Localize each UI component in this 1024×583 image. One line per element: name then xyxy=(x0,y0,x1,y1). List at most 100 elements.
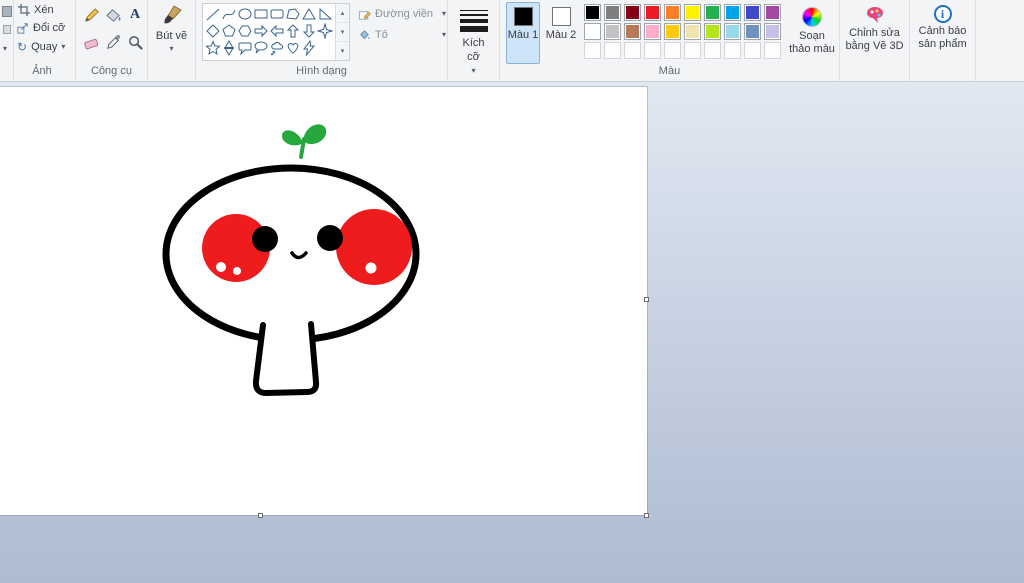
rotate-button[interactable]: ↻ Quay ▾ xyxy=(17,41,65,53)
canvas[interactable] xyxy=(0,87,647,515)
cheek-highlight xyxy=(216,262,226,272)
shape-left-arrow-icon[interactable] xyxy=(269,23,285,39)
palette-swatch[interactable] xyxy=(664,4,681,21)
shapes-scroll-down-button[interactable]: ▾ xyxy=(336,22,349,41)
shape-line-icon[interactable] xyxy=(205,6,221,22)
text-tool-button[interactable]: A xyxy=(125,4,145,26)
palette-swatch[interactable] xyxy=(764,4,781,21)
palette-swatch[interactable] xyxy=(704,4,721,21)
palette-swatch-empty[interactable] xyxy=(764,42,781,59)
shape-rectangle-icon[interactable] xyxy=(253,6,269,22)
rotate-icon: ↻ xyxy=(17,40,28,54)
magnifier-tool-button[interactable] xyxy=(125,31,145,53)
palette-swatch[interactable] xyxy=(624,4,641,21)
crop-label: Xén xyxy=(34,4,54,16)
edit-colors-label: Soạn thảo màu xyxy=(789,30,835,55)
resize-button[interactable]: Đổi cỡ xyxy=(17,22,65,34)
edit-colors-rainbow-icon xyxy=(802,7,822,27)
palette-swatch-empty[interactable] xyxy=(664,42,681,59)
shape-rounded-rectangle-icon[interactable] xyxy=(269,6,285,22)
copy-icon[interactable] xyxy=(3,25,11,34)
shape-six-point-star-icon[interactable] xyxy=(221,40,237,56)
palette-swatch[interactable] xyxy=(584,23,601,40)
palette-swatch[interactable] xyxy=(684,4,701,21)
palette-swatch[interactable] xyxy=(724,23,741,40)
shape-diamond-icon[interactable] xyxy=(205,23,221,39)
palette-swatch-empty[interactable] xyxy=(704,42,721,59)
shape-lightning-icon[interactable] xyxy=(301,40,317,56)
palette-swatch[interactable] xyxy=(744,4,761,21)
shapes-gallery-expand-button[interactable]: ▾ xyxy=(336,41,349,60)
chevron-down-icon: ▾ xyxy=(441,9,446,18)
canvas-resize-handle-right[interactable] xyxy=(644,297,649,302)
palette-swatch-empty[interactable] xyxy=(624,42,641,59)
clipboard-icon[interactable] xyxy=(2,6,12,17)
canvas-resize-handle-bottom[interactable] xyxy=(258,513,263,518)
shape-rounded-callout-icon[interactable] xyxy=(237,40,253,56)
shapes-scroll-up-button[interactable]: ▴ xyxy=(336,4,349,22)
shape-oval-callout-icon[interactable] xyxy=(253,40,269,56)
color2-button[interactable]: Màu 2 xyxy=(544,2,578,64)
palette-swatch-empty[interactable] xyxy=(604,42,621,59)
palette-swatch[interactable] xyxy=(684,23,701,40)
palette-swatch[interactable] xyxy=(644,4,661,21)
sprout-leaf-right xyxy=(303,124,327,145)
color1-swatch xyxy=(513,7,533,26)
workspace xyxy=(0,82,1024,583)
palette-swatch-empty[interactable] xyxy=(644,42,661,59)
palette-swatch[interactable] xyxy=(584,4,601,21)
palette-swatch[interactable] xyxy=(624,23,641,40)
shape-five-point-star-icon[interactable] xyxy=(205,40,221,56)
section-label-colors: Màu xyxy=(658,65,681,77)
palette-swatch-empty[interactable] xyxy=(584,42,601,59)
info-icon: i xyxy=(933,5,952,23)
eraser-tool-button[interactable] xyxy=(81,31,101,53)
shapes-gallery: ▴ ▾ ▾ xyxy=(202,3,350,61)
shape-down-arrow-icon[interactable] xyxy=(301,23,317,39)
shape-hexagon-icon[interactable] xyxy=(237,23,253,39)
section-label-tools: Công cụ xyxy=(91,65,132,77)
size-button[interactable]: Kích cỡ ▾ xyxy=(450,2,497,77)
palette-swatch[interactable] xyxy=(724,4,741,21)
palette-swatch[interactable] xyxy=(764,23,781,40)
shape-heart-icon[interactable] xyxy=(285,40,301,56)
palette-swatch-empty[interactable] xyxy=(744,42,761,59)
fill-dropdown-button[interactable]: Tô ▾ xyxy=(358,26,446,44)
outline-dropdown-button[interactable]: Đường viền ▾ xyxy=(358,5,446,23)
shape-triangle-icon[interactable] xyxy=(301,6,317,22)
cheek-right xyxy=(336,209,412,285)
crop-button[interactable]: Xén xyxy=(18,4,54,16)
edit-with-paint3d-button[interactable]: Chỉnh sửa bằng Vẽ 3D xyxy=(842,5,907,53)
color-picker-tool-button[interactable] xyxy=(103,31,123,53)
shape-right-triangle-icon[interactable] xyxy=(317,6,333,22)
chevron-down-icon[interactable]: ▾ xyxy=(3,44,7,53)
shape-up-arrow-icon[interactable] xyxy=(285,23,301,39)
brushes-button[interactable]: Bút vẽ ▾ xyxy=(148,4,195,53)
shape-fill-icon xyxy=(360,29,370,39)
palette-swatch-empty[interactable] xyxy=(684,42,701,59)
edit-colors-button[interactable]: Soạn thảo màu xyxy=(788,2,836,64)
shape-cloud-callout-icon[interactable] xyxy=(269,40,285,56)
pencil-tool-button[interactable] xyxy=(81,4,101,26)
palette-swatch[interactable] xyxy=(644,23,661,40)
product-alerts-button[interactable]: i Cảnh báo sản phẩm xyxy=(912,5,973,51)
canvas-resize-handle-corner[interactable] xyxy=(644,513,649,518)
shape-right-arrow-icon[interactable] xyxy=(253,23,269,39)
palette-swatch[interactable] xyxy=(664,23,681,40)
brush-icon xyxy=(163,5,182,24)
palette-swatch[interactable] xyxy=(744,23,761,40)
palette-swatch-empty[interactable] xyxy=(724,42,741,59)
palette-swatch[interactable] xyxy=(604,23,621,40)
fill-tool-button[interactable] xyxy=(103,4,123,26)
eye-right xyxy=(317,225,343,251)
shape-four-point-star-icon[interactable] xyxy=(317,23,333,39)
shape-curve-icon[interactable] xyxy=(221,6,237,22)
shape-oval-icon[interactable] xyxy=(237,6,253,22)
shape-polygon-icon[interactable] xyxy=(285,6,301,22)
shape-pentagon-icon[interactable] xyxy=(221,23,237,39)
section-paint3d: Chỉnh sửa bằng Vẽ 3D xyxy=(840,0,910,81)
resize-icon xyxy=(17,23,28,34)
palette-swatch[interactable] xyxy=(704,23,721,40)
palette-swatch[interactable] xyxy=(604,4,621,21)
color1-button[interactable]: Màu 1 xyxy=(506,2,540,64)
